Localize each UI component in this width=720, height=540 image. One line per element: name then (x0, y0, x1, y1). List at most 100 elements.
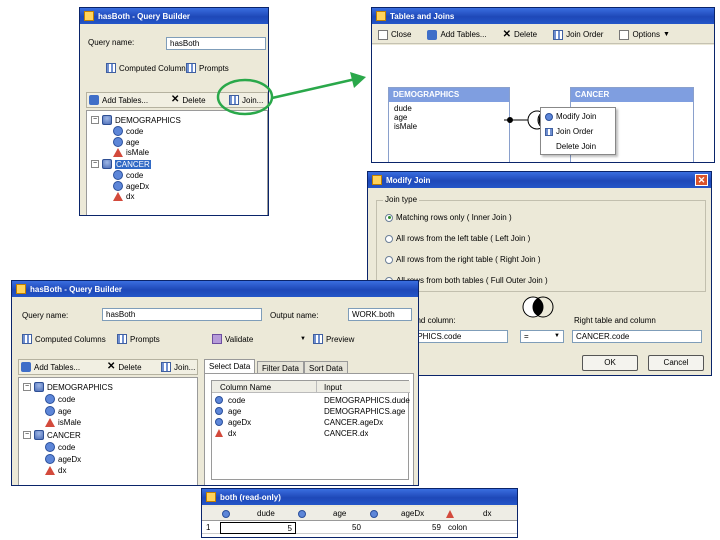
add-tables-label: Add Tables... (34, 362, 81, 372)
tree-column-node[interactable]: age (113, 137, 139, 147)
radio-left-join[interactable]: All rows from the left table ( Left Join… (385, 234, 530, 243)
table-row[interactable]: ageDx CANCER.ageDx (212, 417, 410, 428)
demographics-columns: dude age isMale (389, 102, 509, 133)
tab-select-data[interactable]: Select Data (204, 359, 256, 373)
tree-column-node[interactable]: code (113, 126, 143, 136)
radio-inner-join[interactable]: Matching rows only ( Inner Join ) (385, 213, 512, 222)
close-icon[interactable]: ✕ (695, 174, 708, 186)
table-row[interactable]: dx CANCER.dx (212, 428, 410, 439)
query-builder-bottom-titlebar[interactable]: hasBoth - Query Builder (12, 281, 418, 297)
query-name-input[interactable]: hasBoth (102, 308, 262, 321)
character-column-icon (45, 466, 55, 475)
join-button[interactable]: Join... (161, 362, 195, 372)
collapse-toggle-icon[interactable]: − (91, 160, 99, 168)
numeric-column-icon (370, 509, 378, 518)
tree-table-node[interactable]: − CANCER (23, 430, 81, 440)
tree-table-node[interactable]: − DEMOGRAPHICS (23, 382, 113, 392)
collapse-toggle-icon[interactable]: − (91, 116, 99, 124)
join-operator-select[interactable]: = ▼ (520, 330, 564, 343)
tree-column-node[interactable]: isMale (113, 148, 149, 157)
collapse-toggle-icon[interactable]: − (23, 431, 31, 439)
column-input-cell: CANCER.dx (324, 429, 369, 438)
validate-button[interactable]: Validate (212, 334, 253, 344)
column-item[interactable]: isMale (394, 122, 504, 131)
left-table-column-select[interactable]: APHICS.code (408, 330, 508, 343)
modify-join-dialog-icon (372, 175, 382, 185)
query-builder-top-titlebar[interactable]: hasBoth - Query Builder (80, 8, 268, 24)
delete-button[interactable]: ✕ Delete (171, 95, 206, 105)
result-header-row: dude age ageDx dx (202, 507, 517, 521)
tree-column-node[interactable]: code (113, 170, 143, 180)
tree-table-node[interactable]: − DEMOGRAPHICS (91, 115, 181, 125)
tree-column-node[interactable]: age (45, 406, 71, 416)
demographics-table-card[interactable]: DEMOGRAPHICS dude age isMale (388, 87, 510, 162)
radio-button[interactable] (385, 213, 393, 222)
column-header-name[interactable]: Column Name (220, 383, 271, 392)
tables-toolbar: Add Tables... ✕ Delete Join... (18, 359, 198, 375)
tree-column-node[interactable]: ageDx (45, 454, 81, 464)
computed-columns-button[interactable]: Computed Columns (106, 63, 190, 73)
table-row[interactable]: code DEMOGRAPHICS.dude (212, 395, 410, 406)
tree-node-label: CANCER (115, 159, 151, 169)
modify-join-titlebar[interactable]: Modify Join ✕ (368, 172, 711, 188)
result-titlebar[interactable]: both (read-only) (202, 489, 517, 505)
add-tables-button[interactable]: Add Tables... (21, 362, 80, 372)
column-item[interactable]: age (394, 113, 504, 122)
close-button[interactable]: Close (378, 29, 412, 40)
output-name-input[interactable]: WORK.both (348, 308, 412, 321)
result-col-header[interactable]: ageDx (370, 509, 444, 518)
join-button[interactable]: Join... (229, 95, 263, 105)
delete-button[interactable]: ✕ Delete (503, 29, 538, 40)
column-name-cell: age (228, 407, 242, 416)
close-label: Close (391, 30, 412, 39)
result-cell-selected[interactable]: 5 (220, 522, 296, 534)
query-name-input[interactable]: hasBoth (166, 37, 266, 50)
result-data-row[interactable]: 1 5 50 59 colon (202, 522, 517, 534)
radio-button[interactable] (385, 234, 393, 243)
cancel-button[interactable]: Cancel (648, 355, 704, 371)
join-order-button[interactable]: Join Order (553, 29, 604, 40)
ok-button[interactable]: OK (582, 355, 638, 371)
numeric-column-icon (298, 509, 306, 518)
tables-joins-titlebar[interactable]: Tables and Joins (372, 8, 714, 24)
prompts-button[interactable]: Prompts (117, 334, 160, 344)
tree-column-node[interactable]: dx (45, 466, 66, 475)
tree-column-node[interactable]: code (45, 442, 75, 452)
tree-column-node[interactable]: isMale (45, 418, 81, 427)
collapse-toggle-icon[interactable]: − (23, 383, 31, 391)
table-row[interactable]: age DEMOGRAPHICS.age (212, 406, 410, 417)
result-col-header[interactable]: age (298, 509, 368, 518)
tree-column-node[interactable]: dx (113, 192, 134, 201)
add-tables-button[interactable]: Add Tables... (427, 29, 487, 40)
chevron-down-icon: ▼ (554, 333, 560, 339)
result-col-header[interactable]: dx (446, 509, 516, 518)
tree-column-node[interactable]: ageDx (113, 181, 149, 191)
delete-button[interactable]: ✕ Delete (107, 362, 142, 372)
radio-right-join[interactable]: All rows from the right table ( Right Jo… (385, 255, 541, 264)
prompts-button[interactable]: Prompts (186, 63, 229, 73)
column-item[interactable]: dude (394, 104, 504, 113)
radio-button[interactable] (385, 255, 393, 264)
tree-column-node[interactable]: code (45, 394, 75, 404)
add-table-icon (21, 362, 31, 372)
right-table-column-select[interactable]: CANCER.code (572, 330, 702, 343)
cell-value: 50 (352, 523, 361, 532)
query-builder-bottom-window: hasBoth - Query Builder Query name: hasB… (11, 280, 419, 486)
numeric-column-icon (113, 126, 123, 136)
options-button[interactable]: Options ▼ (619, 29, 670, 40)
menu-item-join-order[interactable]: Join Order (545, 127, 593, 136)
column-header-label: dude (257, 509, 275, 518)
preview-button[interactable]: ▼ Preview (300, 334, 354, 344)
column-header-input[interactable]: Input (324, 383, 342, 392)
validate-icon (212, 334, 222, 344)
computed-columns-button[interactable]: Computed Columns (22, 334, 106, 344)
tree-table-node[interactable]: − CANCER (91, 159, 151, 169)
add-tables-button[interactable]: Add Tables... (89, 95, 148, 105)
menu-item-delete-join[interactable]: Delete Join (556, 142, 596, 151)
computed-columns-label: Computed Columns (119, 63, 190, 73)
join-order-label: Join Order (566, 30, 604, 39)
menu-item-modify-join[interactable]: Modify Join (545, 112, 596, 121)
delete-label: Delete (118, 362, 142, 372)
result-col-header[interactable]: dude (222, 509, 294, 518)
select-data-grid: Column Name Input code DEMOGRAPHICS.dude a… (211, 380, 410, 480)
